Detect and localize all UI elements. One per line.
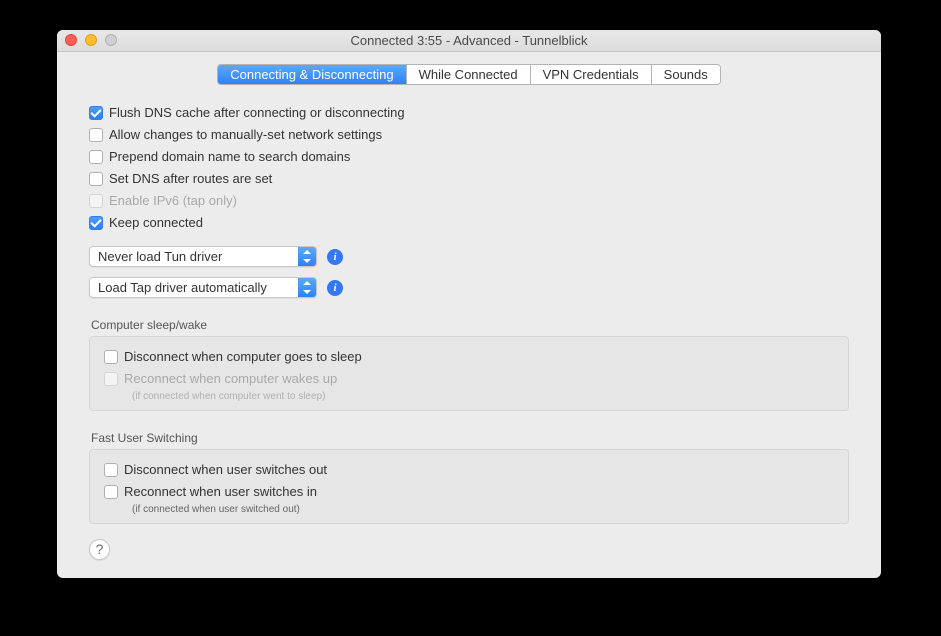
flush-dns-checkbox[interactable] [89, 106, 103, 120]
allow-changes-checkbox[interactable] [89, 128, 103, 142]
enable-ipv6-label: Enable IPv6 (tap only) [109, 193, 237, 208]
fus-hint: (if connected when user switched out) [132, 504, 834, 515]
set-dns-after-routes-checkbox[interactable] [89, 172, 103, 186]
keep-connected-label: Keep connected [109, 215, 203, 230]
flush-dns-label: Flush DNS cache after connecting or disc… [109, 105, 405, 120]
sleep-group-label: Computer sleep/wake [89, 318, 849, 332]
disconnect-on-sleep-label: Disconnect when computer goes to sleep [124, 349, 362, 364]
reconnect-on-switchin-checkbox[interactable] [104, 485, 118, 499]
allow-changes-label: Allow changes to manually-set network se… [109, 127, 382, 142]
window-title: Connected 3:55 - Advanced - Tunnelblick [350, 33, 587, 48]
tab-vpn-credentials[interactable]: VPN Credentials [531, 65, 652, 84]
reconnect-on-wake-checkbox [104, 372, 118, 386]
sleep-group-box: Disconnect when computer goes to sleep R… [89, 336, 849, 411]
prepend-domain-checkbox[interactable] [89, 150, 103, 164]
reconnect-on-switchin-label: Reconnect when user switches in [124, 484, 317, 499]
keep-connected-checkbox[interactable] [89, 216, 103, 230]
titlebar: Connected 3:55 - Advanced - Tunnelblick [57, 30, 881, 52]
tun-driver-select[interactable]: Never load Tun driver [89, 246, 317, 267]
updown-arrows-icon [298, 247, 316, 266]
prepend-domain-label: Prepend domain name to search domains [109, 149, 350, 164]
tab-sounds[interactable]: Sounds [652, 65, 720, 84]
enable-ipv6-checkbox [89, 194, 103, 208]
fus-group-box: Disconnect when user switches out Reconn… [89, 449, 849, 524]
tap-driver-select[interactable]: Load Tap driver automatically [89, 277, 317, 298]
tun-driver-value: Never load Tun driver [90, 249, 298, 264]
fus-group-label: Fast User Switching [89, 431, 849, 445]
set-dns-after-routes-label: Set DNS after routes are set [109, 171, 272, 186]
close-button[interactable] [65, 34, 77, 46]
sleep-hint: (if connected when computer went to slee… [132, 391, 834, 402]
reconnect-on-wake-label: Reconnect when computer wakes up [124, 371, 337, 386]
tap-driver-value: Load Tap driver automatically [90, 280, 298, 295]
disconnect-on-switchout-checkbox[interactable] [104, 463, 118, 477]
tab-while-connected[interactable]: While Connected [407, 65, 531, 84]
disconnect-on-sleep-checkbox[interactable] [104, 350, 118, 364]
preferences-window: Connected 3:55 - Advanced - Tunnelblick … [57, 30, 881, 578]
minimize-button[interactable] [85, 34, 97, 46]
zoom-button [105, 34, 117, 46]
disconnect-on-switchout-label: Disconnect when user switches out [124, 462, 327, 477]
info-icon[interactable]: i [327, 280, 343, 296]
info-icon[interactable]: i [327, 249, 343, 265]
help-button[interactable]: ? [89, 539, 110, 560]
tab-connecting-disconnecting[interactable]: Connecting & Disconnecting [218, 65, 406, 84]
tab-bar: Connecting & Disconnecting While Connect… [57, 52, 881, 95]
updown-arrows-icon [298, 278, 316, 297]
